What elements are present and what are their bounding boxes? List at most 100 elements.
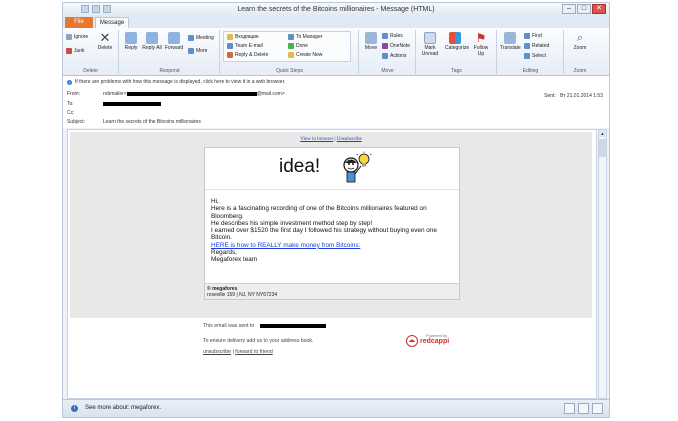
ignore-button[interactable]: Ignore: [66, 34, 88, 40]
quick-steps-gallery: Входящие Team E-mail Reply & Delete To M…: [223, 31, 351, 62]
group-label-zoom: Zoom: [573, 68, 587, 74]
redcappi-brand: redcappi: [420, 338, 450, 345]
view-in-browser-link[interactable]: View in browser: [300, 137, 333, 142]
status-bar: i See more about: megaforex.: [63, 399, 609, 417]
close-button[interactable]: ✕: [592, 4, 606, 14]
cta-link[interactable]: HERE is how to REALLY make money from Bi…: [211, 242, 360, 249]
message-header: i If there are problems with how this me…: [63, 76, 609, 128]
scroll-up-icon[interactable]: ▲: [599, 130, 606, 137]
redaction-bar: [126, 91, 257, 96]
scroll-thumb[interactable]: [599, 139, 606, 157]
onenote-button[interactable]: OneNote: [382, 43, 410, 49]
people-pane-icon[interactable]: i: [71, 405, 78, 412]
group-label-respond: Respond: [159, 68, 180, 74]
email-banner: idea!: [205, 148, 459, 190]
ribbon-tabs: File Message: [63, 17, 609, 28]
group-label-move: Move: [381, 68, 394, 74]
ribbon-group-tags: Mark Unread Categorize ⚑ Follow Up Tags: [417, 30, 497, 74]
envelope-icon: [424, 32, 436, 44]
binoculars-icon: [524, 33, 530, 39]
reply-all-icon: [146, 32, 158, 44]
categorize-button[interactable]: Categorize: [445, 32, 469, 51]
to-value[interactable]: [103, 101, 161, 107]
lightbulb-person-icon: [343, 151, 372, 183]
regards: Regards,: [211, 249, 237, 257]
people-icon[interactable]: [564, 403, 575, 414]
flag-icon: ⚑: [475, 31, 487, 45]
email-top-links: View in browser | Unsubscribe: [300, 137, 362, 142]
related-icon: [524, 43, 530, 49]
maximize-button[interactable]: □: [577, 4, 591, 14]
redcappi-logo-icon: [406, 335, 418, 347]
quickstep-done[interactable]: Done: [288, 43, 308, 49]
to-label: To:: [67, 101, 74, 107]
meeting-button[interactable]: Meeting: [188, 35, 214, 41]
tab-message[interactable]: Message: [95, 17, 129, 28]
outlook-message-window: Learn the secrets of the Bitcoins millio…: [62, 2, 610, 418]
select-button[interactable]: Select: [524, 53, 546, 59]
quickstep-team-email[interactable]: Team E-mail: [227, 43, 263, 49]
expand-icon[interactable]: [592, 403, 603, 414]
unsubscribe-top-link[interactable]: Unsubscribe: [337, 137, 362, 142]
reply-button[interactable]: Reply: [121, 32, 141, 51]
follow-up-button[interactable]: ⚑ Follow Up: [471, 32, 491, 57]
forward-to-friend-link[interactable]: forward to friend: [235, 349, 272, 355]
info-bar[interactable]: i If there are problems with how this me…: [67, 79, 285, 85]
team-email-icon: [227, 43, 233, 49]
actions-button[interactable]: Actions: [382, 53, 406, 59]
email-copy: Hi, Here is a fascinating recording of o…: [211, 198, 451, 264]
message-body: View in browser | Unsubscribe idea! Hi, …: [67, 129, 597, 399]
card-footer: © megafores roseville 159 | NJ, NY NY672…: [205, 283, 459, 299]
group-label-editing: Editing: [522, 68, 539, 74]
related-button[interactable]: Related: [524, 43, 549, 49]
vertical-scrollbar[interactable]: ▲: [598, 129, 607, 399]
ribbon-group-move: Move Rules OneNote Actions Move: [360, 30, 416, 74]
redaction-bar: [259, 323, 326, 328]
redcappi-badge[interactable]: Powered by redcappi: [406, 329, 452, 351]
quickstep-reply-delete[interactable]: Reply & Delete: [227, 52, 268, 58]
group-label-tags: Tags: [451, 68, 462, 74]
subject-label: Subject:: [67, 119, 86, 125]
quickstep-create-new[interactable]: Create New: [288, 52, 322, 58]
window-title: Learn the secrets of the Bitcoins millio…: [237, 6, 435, 13]
minimize-button[interactable]: –: [562, 4, 576, 14]
copy-line-1: Here is a fascinating recording of one o…: [211, 205, 427, 220]
checkmark-icon: [288, 43, 294, 49]
activity-icon[interactable]: [578, 403, 589, 414]
junk-button[interactable]: Junk: [66, 48, 85, 54]
subject-value: Learn the secrets of the Bitcoins millio…: [103, 119, 201, 125]
reply-delete-icon: [227, 52, 233, 58]
ribbon-group-delete: Ignore Junk ✕ Delete Delete: [63, 30, 119, 74]
group-label-delete: Delete: [83, 68, 98, 74]
categorize-icon: [449, 32, 461, 44]
ribbon-group-quick-steps: Входящие Team E-mail Reply & Delete To M…: [221, 30, 359, 74]
quickstep-to-manager[interactable]: To Manager: [288, 34, 322, 40]
group-label-quick-steps: Quick Steps: [276, 68, 303, 74]
calendar-icon: [188, 35, 194, 41]
rules-button[interactable]: Rules: [382, 33, 403, 39]
ribbon: Ignore Junk ✕ Delete Delete Reply Reply …: [63, 28, 609, 76]
move-button[interactable]: Move: [361, 32, 381, 51]
translate-button[interactable]: Translate: [500, 32, 521, 51]
status-text: See more about: megaforex.: [85, 405, 162, 411]
onenote-icon: [382, 43, 388, 49]
quickstep-inbox[interactable]: Входящие: [227, 34, 259, 40]
manager-icon: [288, 34, 294, 40]
find-button[interactable]: Find: [524, 33, 542, 39]
more-icon: [188, 48, 194, 54]
copy-line-2: He describes his simple investment metho…: [211, 219, 373, 227]
reply-all-button[interactable]: Reply All: [142, 32, 162, 51]
more-respond-button[interactable]: More: [188, 48, 207, 54]
from-value[interactable]: robmailer< @mail.com>: [103, 91, 285, 97]
forward-button[interactable]: Forward: [164, 32, 184, 51]
copy-line-3: I earned over $1520 the first day I foll…: [211, 227, 437, 242]
status-bar-icons: [564, 403, 603, 414]
tab-file[interactable]: File: [65, 17, 93, 28]
delete-button[interactable]: ✕ Delete: [95, 31, 115, 51]
magnifier-icon: ⌕: [576, 32, 584, 44]
unsubscribe-link[interactable]: unsubscribe: [203, 349, 231, 355]
mark-unread-button[interactable]: Mark Unread: [420, 32, 440, 57]
ignore-icon: [66, 34, 72, 40]
greeting: Hi,: [211, 198, 219, 205]
zoom-button[interactable]: ⌕ Zoom: [570, 32, 590, 51]
